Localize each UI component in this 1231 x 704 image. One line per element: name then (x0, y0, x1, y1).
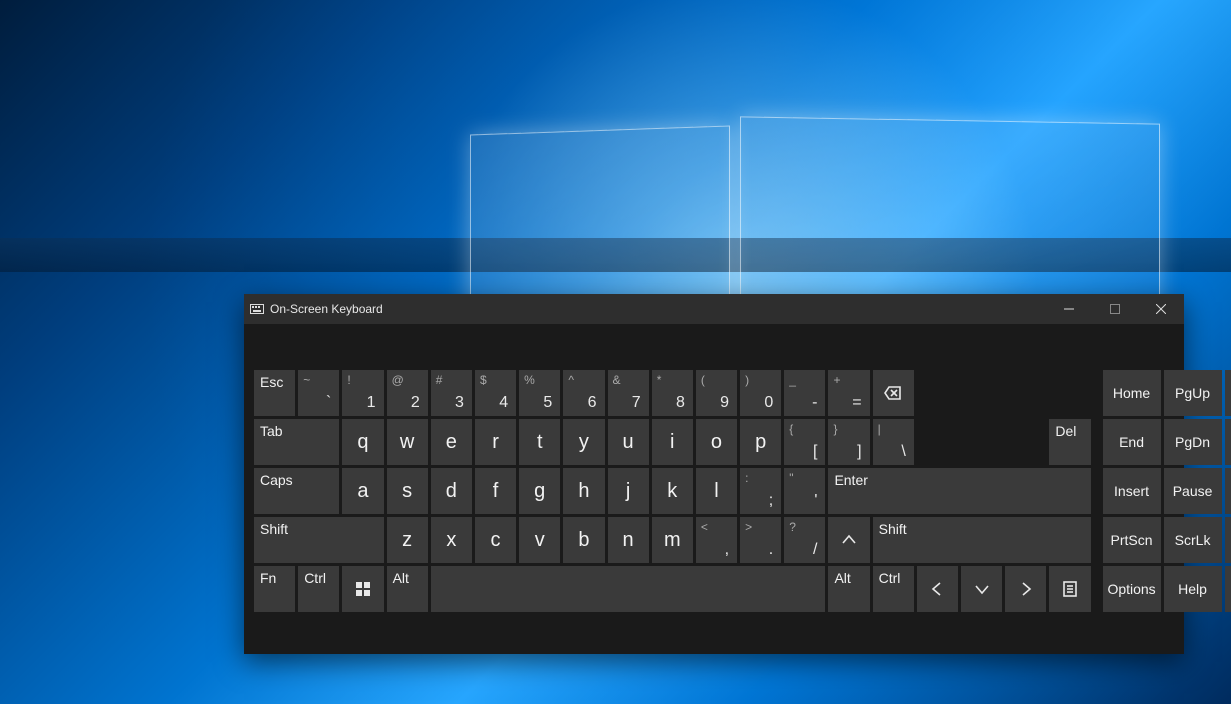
key-7[interactable]: &7 (608, 370, 649, 416)
minimize-button[interactable] (1046, 294, 1092, 324)
key-punct[interactable]: :; (740, 468, 781, 514)
key-3[interactable]: #3 (431, 370, 472, 416)
key-del[interactable]: Del (1049, 419, 1090, 465)
key-w[interactable]: w (387, 419, 428, 465)
key-l[interactable]: l (696, 468, 737, 514)
key-space[interactable] (431, 566, 826, 612)
key-k[interactable]: k (652, 468, 693, 514)
key-n[interactable]: n (608, 517, 649, 563)
key-0[interactable]: )0 (740, 370, 781, 416)
key-insert[interactable]: Insert (1103, 468, 1161, 514)
key-nav[interactable]: Nav (1225, 370, 1231, 416)
key-8[interactable]: *8 (652, 370, 693, 416)
key-arrow-up[interactable] (828, 517, 869, 563)
key-caps[interactable]: Caps (254, 468, 339, 514)
key-t[interactable]: t (519, 419, 560, 465)
key-mv-dn[interactable]: Mv Dn (1225, 468, 1231, 514)
key-shift-left[interactable]: Shift (254, 517, 384, 563)
key-x[interactable]: x (431, 517, 472, 563)
key-scrlk[interactable]: ScrLk (1164, 517, 1222, 563)
key-6[interactable]: ^6 (563, 370, 604, 416)
key-2[interactable]: @2 (387, 370, 428, 416)
key-f[interactable]: f (475, 468, 516, 514)
key-arrow-down[interactable] (961, 566, 1002, 612)
key-5[interactable]: %5 (519, 370, 560, 416)
key-end[interactable]: End (1103, 419, 1161, 465)
osk-window: On-Screen Keyboard Esc~`!1@2#3$4%5^6&7*8… (244, 294, 1184, 654)
key-bracket[interactable]: {[ (784, 419, 825, 465)
key-z[interactable]: z (387, 517, 428, 563)
key-v[interactable]: v (519, 517, 560, 563)
key-fn[interactable]: Fn (254, 566, 295, 612)
keypad-separator (1094, 517, 1100, 563)
key-s[interactable]: s (387, 468, 428, 514)
key-q[interactable]: q (342, 419, 383, 465)
key-o[interactable]: o (696, 419, 737, 465)
key-home[interactable]: Home (1103, 370, 1161, 416)
key-`[interactable]: ~` (298, 370, 339, 416)
key-4[interactable]: $4 (475, 370, 516, 416)
key-alt-right[interactable]: Alt (828, 566, 869, 612)
key-punct[interactable]: >. (740, 517, 781, 563)
key-ctrl-left[interactable]: Ctrl (298, 566, 339, 612)
key-b[interactable]: b (563, 517, 604, 563)
key-u[interactable]: u (608, 419, 649, 465)
key-e[interactable]: e (431, 419, 472, 465)
key-options[interactable]: Options (1103, 566, 1161, 612)
key--[interactable]: _- (784, 370, 825, 416)
key-=[interactable]: += (828, 370, 869, 416)
key-context-menu[interactable] (1049, 566, 1090, 612)
keypad-separator (1094, 468, 1100, 514)
key-bracket[interactable]: |\ (873, 419, 914, 465)
key-9[interactable]: (9 (696, 370, 737, 416)
key-c[interactable]: c (475, 517, 516, 563)
key-alt-left[interactable]: Alt (387, 566, 428, 612)
key-dock[interactable]: Dock (1225, 517, 1231, 563)
key-enter[interactable]: Enter (828, 468, 1090, 514)
key-g[interactable]: g (519, 468, 560, 514)
maximize-button[interactable] (1092, 294, 1138, 324)
close-button[interactable] (1138, 294, 1184, 324)
key-windows[interactable] (342, 566, 383, 612)
key-punct[interactable]: "' (784, 468, 825, 514)
key-i[interactable]: i (652, 419, 693, 465)
key-punct[interactable]: <, (696, 517, 737, 563)
key-p[interactable]: p (740, 419, 781, 465)
key-pgdn[interactable]: PgDn (1164, 419, 1222, 465)
key-1[interactable]: !1 (342, 370, 383, 416)
keypad-separator (1094, 370, 1100, 416)
key-h[interactable]: h (563, 468, 604, 514)
titlebar[interactable]: On-Screen Keyboard (244, 294, 1184, 324)
key-y[interactable]: y (563, 419, 604, 465)
window-title: On-Screen Keyboard (270, 302, 383, 316)
key-pgup[interactable]: PgUp (1164, 370, 1222, 416)
key-pause[interactable]: Pause (1164, 468, 1222, 514)
key-arrow-left[interactable] (917, 566, 958, 612)
key-mv-up[interactable]: Mv Up (1225, 419, 1231, 465)
key-esc[interactable]: Esc (254, 370, 295, 416)
keypad-separator (1094, 566, 1100, 612)
key-bracket[interactable]: }] (828, 419, 869, 465)
key-r[interactable]: r (475, 419, 516, 465)
desktop-wallpaper: On-Screen Keyboard Esc~`!1@2#3$4%5^6&7*8… (0, 0, 1231, 704)
key-backspace[interactable] (873, 370, 914, 416)
key-a[interactable]: a (342, 468, 383, 514)
key-ctrl-right[interactable]: Ctrl (873, 566, 914, 612)
key-d[interactable]: d (431, 468, 472, 514)
keypad-separator (1094, 419, 1100, 465)
key-m[interactable]: m (652, 517, 693, 563)
key-prtscn[interactable]: PrtScn (1103, 517, 1161, 563)
keyboard-icon (244, 304, 270, 314)
key-arrow-right[interactable] (1005, 566, 1046, 612)
key-help[interactable]: Help (1164, 566, 1222, 612)
key-fade[interactable]: Fade (1225, 566, 1231, 612)
key-tab[interactable]: Tab (254, 419, 339, 465)
key-shift-right[interactable]: Shift (873, 517, 1091, 563)
key-punct[interactable]: ?/ (784, 517, 825, 563)
key-j[interactable]: j (608, 468, 649, 514)
